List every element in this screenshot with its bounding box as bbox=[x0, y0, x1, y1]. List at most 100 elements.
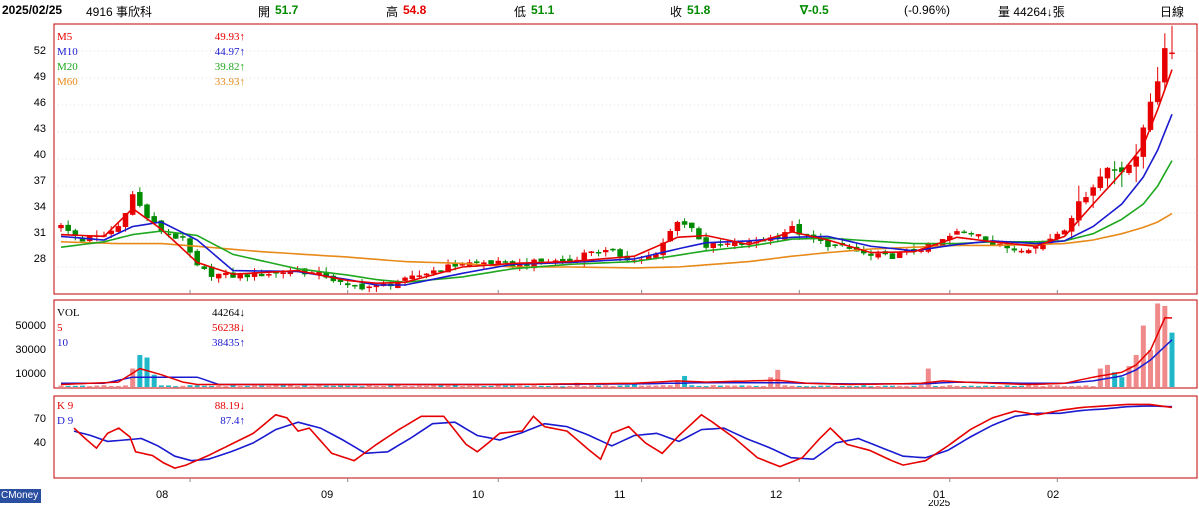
candle-body bbox=[1111, 169, 1118, 171]
volume-bar bbox=[123, 385, 129, 387]
candle-body bbox=[352, 284, 358, 287]
volume-bar bbox=[1011, 386, 1017, 388]
candle-body bbox=[1011, 248, 1018, 251]
volume-bar bbox=[696, 385, 702, 387]
x-label-oct: 10 bbox=[472, 489, 485, 501]
volume-bar bbox=[495, 385, 501, 387]
volume-bar bbox=[524, 385, 530, 387]
candle-body bbox=[968, 233, 975, 235]
volume-bar bbox=[366, 385, 372, 387]
volume-bar bbox=[72, 385, 78, 387]
volume-bar bbox=[1083, 385, 1089, 387]
vol-ma5-value: 56238↓ bbox=[212, 322, 245, 334]
volume-bar bbox=[588, 385, 594, 387]
candle-body bbox=[674, 221, 681, 232]
candle-body bbox=[538, 258, 544, 262]
volume-bar bbox=[194, 385, 200, 387]
candle-body bbox=[602, 250, 609, 253]
volume-bar bbox=[359, 386, 365, 388]
volume-bar bbox=[911, 385, 917, 387]
candle-body bbox=[223, 272, 229, 276]
ma10-label: M10 bbox=[57, 46, 78, 58]
volume-bar bbox=[230, 385, 236, 387]
volume-bar bbox=[581, 386, 587, 388]
volume-bar bbox=[295, 386, 301, 388]
volume-bar bbox=[65, 385, 71, 387]
volume-bar bbox=[1104, 364, 1110, 387]
d-value: 87.4↑ bbox=[220, 415, 245, 427]
volume-bar bbox=[1119, 377, 1125, 387]
volume-bar bbox=[352, 385, 358, 387]
candle-body bbox=[954, 231, 960, 235]
candle-body bbox=[875, 253, 881, 258]
volume-bar bbox=[689, 385, 695, 387]
price-ytick: 28 bbox=[33, 253, 46, 265]
vol-label: VOL bbox=[57, 307, 80, 319]
volume-bar bbox=[502, 385, 508, 387]
candle-body bbox=[502, 261, 509, 263]
volume-bar bbox=[868, 386, 874, 388]
volume-bar bbox=[287, 385, 293, 387]
volume-bar bbox=[667, 385, 673, 387]
volume-bar bbox=[975, 386, 981, 388]
candle-body bbox=[366, 286, 372, 289]
volume-bar bbox=[897, 385, 903, 387]
candle-body bbox=[1083, 197, 1089, 203]
candle-body bbox=[1169, 52, 1175, 55]
volume-bar bbox=[639, 385, 645, 387]
x-label-nov: 11 bbox=[614, 489, 626, 501]
volume-bar bbox=[381, 386, 387, 388]
volume-bar bbox=[538, 385, 544, 387]
volume-bar bbox=[882, 385, 888, 387]
volume-bar bbox=[101, 385, 107, 387]
volume-bar bbox=[416, 385, 422, 387]
candle-body bbox=[129, 194, 136, 215]
candle-body bbox=[832, 244, 838, 247]
x-label-feb: 02 bbox=[1047, 489, 1060, 501]
candle-body bbox=[681, 221, 688, 225]
volume-bar bbox=[1069, 386, 1075, 388]
candle-body bbox=[215, 273, 222, 279]
volume-bar bbox=[201, 385, 207, 387]
candle-body bbox=[889, 253, 896, 259]
volume-bar bbox=[1004, 385, 1010, 387]
volume-bar bbox=[1026, 385, 1032, 387]
price-ytick: 37 bbox=[33, 175, 46, 187]
candle-body bbox=[144, 204, 150, 219]
candle-body bbox=[344, 283, 351, 286]
volume-bar bbox=[481, 386, 487, 388]
volume-bar bbox=[811, 386, 817, 388]
volume-bar bbox=[603, 385, 609, 387]
ma5-label: M5 bbox=[57, 31, 73, 43]
volume-bar bbox=[717, 385, 723, 387]
volume-bar bbox=[545, 385, 551, 387]
volume-bar bbox=[467, 385, 473, 387]
volume-bar bbox=[703, 386, 709, 388]
volume-bar bbox=[166, 385, 172, 387]
volume-bar bbox=[474, 385, 480, 387]
ma20-label: M20 bbox=[57, 61, 78, 73]
vol-ma5-label: 5 bbox=[57, 322, 63, 334]
volume-bar bbox=[94, 385, 100, 387]
price-ytick: 43 bbox=[33, 123, 46, 135]
volume-bar bbox=[488, 385, 494, 387]
volume-bar bbox=[216, 385, 222, 387]
volume-bar bbox=[753, 385, 759, 387]
candle-body bbox=[595, 251, 602, 254]
volume-bar bbox=[904, 386, 910, 388]
candle-body bbox=[58, 224, 64, 229]
volume-bar bbox=[309, 386, 315, 388]
volume-bar bbox=[144, 357, 150, 387]
volume-bar bbox=[259, 385, 265, 387]
candle-body bbox=[180, 236, 186, 238]
volume-bar bbox=[395, 385, 401, 387]
candle-body bbox=[975, 234, 982, 237]
volume-bar bbox=[323, 385, 329, 387]
volume-bar bbox=[273, 385, 279, 387]
x-label-aug: 08 bbox=[156, 489, 169, 501]
volume-bar bbox=[854, 386, 860, 388]
volume-bar bbox=[510, 385, 516, 387]
volume-bar bbox=[875, 386, 881, 388]
vol-ma10-value: 38435↑ bbox=[212, 337, 245, 349]
volume-bar bbox=[1054, 385, 1060, 387]
